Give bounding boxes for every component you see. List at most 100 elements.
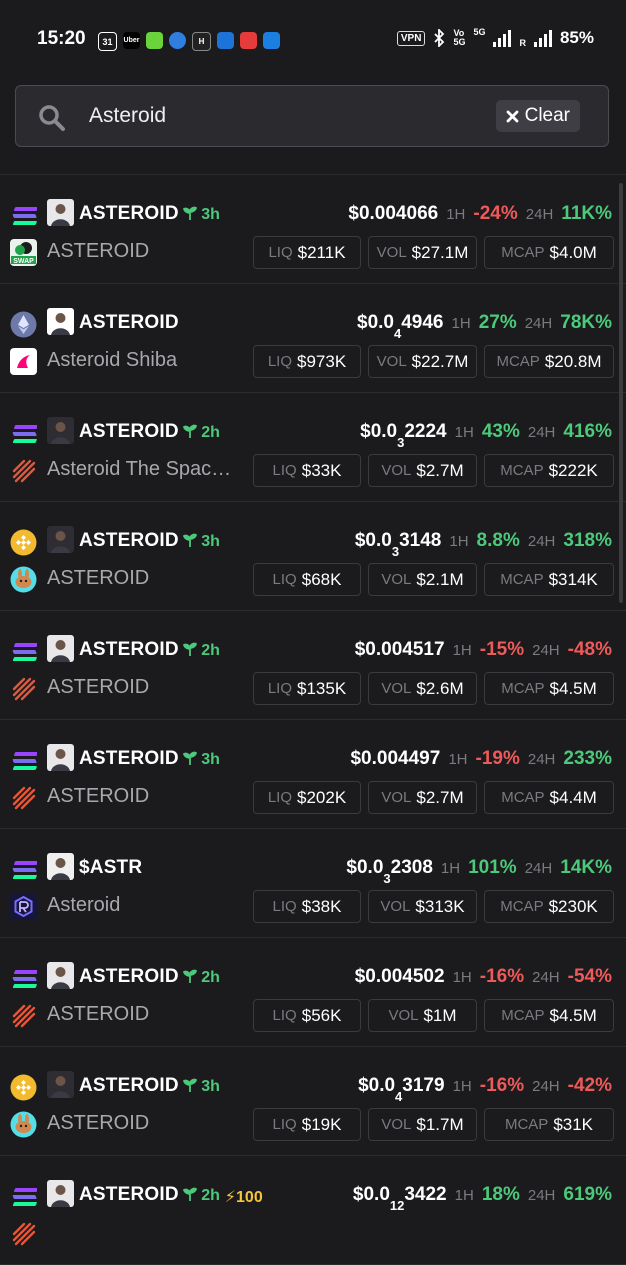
token-stats: LIQ $38K VOL $313K MCAP $230K <box>253 890 614 923</box>
market-cap-pill: MCAP $20.8M <box>484 345 614 378</box>
token-symbol: ASTEROID <box>79 312 179 333</box>
price-change-group: $0.033148 1H 8.8% 24H 318% <box>355 530 612 559</box>
token-name: Asteroid The Spac… <box>47 458 232 480</box>
change-1h: 8.8% <box>476 530 520 551</box>
liquidity-pill: LIQ $19K <box>253 1108 361 1141</box>
token-age: 3h <box>182 1078 220 1096</box>
change-24h: 78K% <box>560 312 612 333</box>
volume-pill: VOL $2.7M <box>368 454 477 487</box>
token-name: ASTEROID <box>47 1003 150 1025</box>
swap-dex-icon: SWAP <box>10 239 37 266</box>
token-age: 2h <box>182 424 220 442</box>
token-row[interactable]: ASTEROID 3h ASTEROID $0.043179 1H -16% 24H -42… <box>0 1047 626 1156</box>
token-row[interactable]: SWAP ASTEROID 3h ASTEROID $0.004066 1H -24% 24… <box>0 175 626 284</box>
liquidity-pill: LIQ $973K <box>253 345 361 378</box>
volume-pill: VOL $2.6M <box>368 672 477 705</box>
token-age: 3h <box>182 751 220 769</box>
token-name: ASTEROID <box>47 240 150 262</box>
svg-text:SWAP: SWAP <box>13 258 34 265</box>
token-price: $0.044946 <box>357 312 444 341</box>
market-cap-pill: MCAP $222K <box>484 454 614 487</box>
scrollbar[interactable] <box>619 183 623 603</box>
token-name: ASTEROID <box>47 676 150 698</box>
boost-badge: ⚡100 <box>224 1189 263 1206</box>
token-row[interactable]: ASTEROID 3h ASTEROID $0.004497 1H -19% 24H 233… <box>0 720 626 829</box>
calendar-icon: 31 <box>98 32 117 51</box>
token-row[interactable]: ASTEROID 3h ASTEROID $0.033148 1H 8.8% 24H 318… <box>0 502 626 611</box>
key-app-icon <box>263 32 280 49</box>
token-row[interactable]: ASTEROID Asteroid Shiba $0.044946 1H 27% 24H 7… <box>0 284 626 393</box>
cloud-icon <box>169 32 186 49</box>
price-change-group: $0.0123422 1H 18% 24H 619% <box>353 1184 612 1213</box>
volte-icon: Vo 5G <box>453 28 466 47</box>
market-cap-pill: MCAP $230K <box>484 890 614 923</box>
solana-chain-icon <box>10 1183 38 1210</box>
change-24h: 318% <box>563 530 612 551</box>
liquidity-pill: LIQ $211K <box>253 236 361 269</box>
price-zero-count: 12 <box>389 1197 405 1213</box>
label-24h: 24H <box>532 1078 560 1095</box>
bluetooth-icon <box>434 29 445 47</box>
market-cap-pill: MCAP $4.5M <box>484 999 614 1032</box>
change-1h: 27% <box>478 312 517 333</box>
bsc-chain-icon <box>10 1074 37 1101</box>
token-avatar <box>47 308 74 335</box>
price-change-group: $0.004517 1H -15% 24H -48% <box>355 639 612 661</box>
clear-button[interactable]: Clear <box>495 100 580 132</box>
status-time: 15:20 <box>37 28 86 49</box>
solana-chain-icon <box>10 202 38 229</box>
change-24h: 14K% <box>560 857 612 878</box>
token-row[interactable]: ASTEROID 2h Asteroid The Spac… $0.032224 1H… <box>0 393 626 502</box>
search-bar-area: Asteroid Clear <box>0 80 626 175</box>
pumpfun-dex-icon <box>10 784 37 811</box>
clear-label: Clear <box>524 105 570 126</box>
token-row[interactable]: ASTEROID 2h ⚡100 $0.0123422 1H 18% 24H 619% <box>0 1156 626 1265</box>
token-row[interactable]: $ASTR Asteroid $0.032308 1H 101% 24H 14K% LIQ $3… <box>0 829 626 938</box>
token-avatar <box>47 526 74 553</box>
token-stats: LIQ $973K VOL $22.7M MCAP $20.8M <box>253 345 614 378</box>
label-24h: 24H <box>527 424 556 441</box>
solana-chain-icon <box>10 747 38 774</box>
volume-pill: VOL $313K <box>368 890 477 923</box>
battery-level: 85% <box>559 28 594 47</box>
token-price: $0.032308 <box>346 857 433 886</box>
change-24h: 619% <box>563 1184 612 1205</box>
token-name: ASTEROID <box>47 567 150 589</box>
token-name: Asteroid <box>47 894 121 916</box>
search-input[interactable]: Asteroid Clear <box>15 85 609 147</box>
uber-icon: Uber <box>123 32 140 49</box>
market-cap-pill: MCAP $4.0M <box>484 236 614 269</box>
change-1h: -16% <box>479 966 525 987</box>
token-age: 2h <box>182 1187 220 1205</box>
volume-pill: VOL $2.7M <box>368 781 477 814</box>
label-1h: 1H <box>440 860 461 877</box>
signal-icon-2 <box>533 29 552 47</box>
token-symbol: $ASTR <box>79 857 143 878</box>
network-type: 5G <box>473 27 486 37</box>
sprout-icon <box>182 206 197 220</box>
roaming-indicator: R <box>519 38 526 48</box>
price-change-group: $0.032308 1H 101% 24H 14K% <box>346 857 612 886</box>
change-1h: 18% <box>481 1184 520 1205</box>
sprout-icon <box>182 969 197 983</box>
label-24h: 24H <box>527 533 556 550</box>
price-change-group: $0.004497 1H -19% 24H 233% <box>350 748 612 770</box>
volume-pill: VOL $2.1M <box>368 563 477 596</box>
uniswap-dex-icon <box>10 348 37 375</box>
change-1h: -24% <box>473 203 518 224</box>
label-24h: 24H <box>524 315 553 332</box>
sprout-icon <box>182 424 197 438</box>
results-list: SWAP ASTEROID 3h ASTEROID $0.004066 1H -24% 24… <box>0 175 626 1265</box>
token-stats: LIQ $202K VOL $2.7M MCAP $4.4M <box>253 781 614 814</box>
volume-pill: VOL $1M <box>368 999 477 1032</box>
token-symbol: ASTEROID <box>79 1184 179 1205</box>
solana-chain-icon <box>10 856 38 883</box>
pumpfun-dex-icon <box>10 457 37 484</box>
token-symbol: ASTEROID <box>79 639 179 660</box>
token-price: $0.043179 <box>358 1075 445 1104</box>
market-cap-pill: MCAP $31K <box>484 1108 614 1141</box>
token-row[interactable]: ASTEROID 2h ASTEROID $0.004502 1H -16% 24H -54… <box>0 938 626 1047</box>
solana-chain-icon <box>10 638 38 665</box>
token-row[interactable]: ASTEROID 2h ASTEROID $0.004517 1H -15% 24H -48… <box>0 611 626 720</box>
price-zero-count: 3 <box>383 870 391 886</box>
